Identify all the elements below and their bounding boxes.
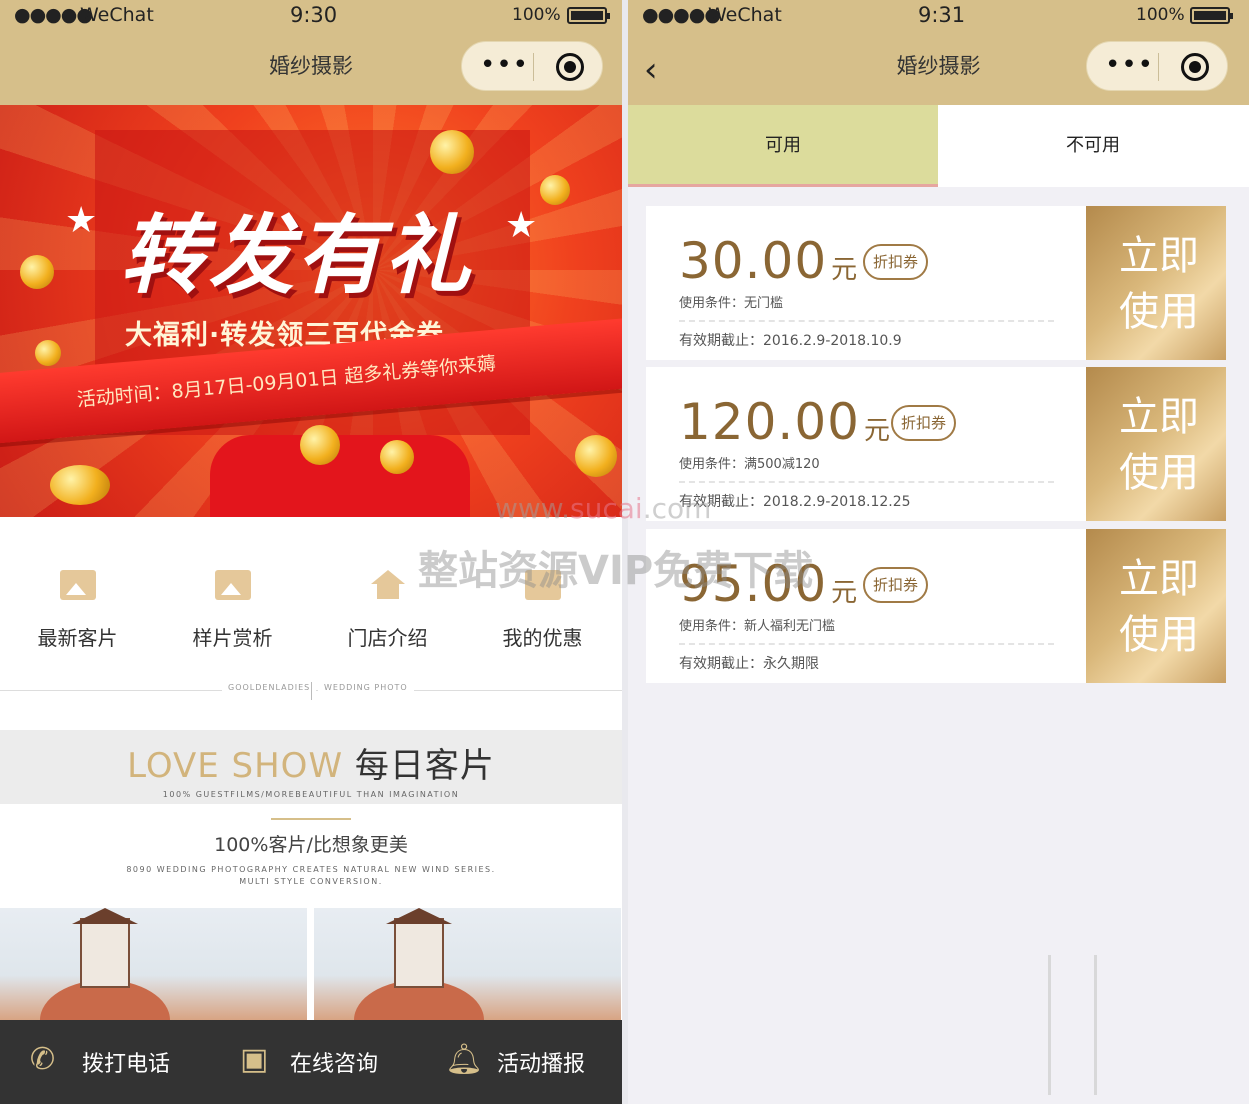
- coupon-amount: 120.00 元: [679, 393, 891, 451]
- coupon-dash-divider: [679, 481, 1054, 483]
- use-now-button[interactable]: 立即使用: [1081, 206, 1226, 360]
- menu-label: 最新客片: [37, 626, 118, 650]
- banner-title: 转发有礼: [120, 206, 472, 306]
- use-now-label: 立即使用: [1119, 233, 1199, 335]
- client-photo[interactable]: [314, 908, 621, 1020]
- red-envelope: [210, 435, 470, 517]
- client-photo[interactable]: [0, 908, 307, 1020]
- status-bar: ●●●●● WeChat 9:30 100%: [0, 0, 622, 30]
- bottom-tab-bar: ✆ 拨打电话 ▣ 在线咨询 🔔︎ 活动播报: [0, 1020, 622, 1104]
- capsule-divider: [1158, 53, 1159, 81]
- coupon-validity: 有效期截止：2016.2.9-2018.10.9: [679, 333, 902, 349]
- coupon-tabs: 可用 不可用: [628, 105, 1249, 187]
- tagline: 100%客片/比想象更美: [214, 834, 408, 856]
- coupon-type-badge: 折扣券: [891, 405, 957, 441]
- coupon-dash-divider: [679, 320, 1054, 322]
- battery-icon: [567, 7, 610, 24]
- battery-icon: [1190, 7, 1233, 24]
- divider-left-text: GOOLDENLADIES: [222, 683, 317, 692]
- photo-icon: [214, 570, 251, 600]
- capsule-divider: [533, 53, 534, 81]
- coupon-type-badge: 折扣券: [863, 244, 929, 280]
- coupon-dash-divider: [679, 643, 1054, 645]
- use-now-label: 立即使用: [1119, 556, 1199, 658]
- menu-label: 我的优惠: [502, 626, 583, 650]
- battery-percent: 100%: [1136, 5, 1185, 25]
- more-icon[interactable]: •••: [1105, 50, 1154, 80]
- coin-icon: [300, 425, 340, 465]
- coin-icon: [540, 175, 570, 205]
- menu-label: 样片赏析: [192, 626, 273, 650]
- coupon-condition: 使用条件：满500减120: [679, 457, 820, 472]
- love-show-title-en: LOVE SHOW: [127, 746, 344, 786]
- coupon-card: 30.00 元 折扣券 使用条件：无门槛 有效期截止：2016.2.9-2018.…: [646, 206, 1226, 360]
- coupon-validity: 有效期截止：永久期限: [679, 656, 819, 672]
- menu-item-samples[interactable]: 样片赏析: [155, 560, 310, 651]
- image-icon: [59, 570, 96, 600]
- divider-bar: [311, 682, 312, 700]
- nav-bar: 婚纱摄影 •••: [0, 30, 622, 105]
- star-icon: ★: [65, 200, 98, 241]
- call-button[interactable]: 拨打电话: [82, 1046, 170, 1078]
- coin-icon: [430, 130, 474, 174]
- menu-item-latest-photos[interactable]: 最新客片: [0, 560, 155, 651]
- mini-program-capsule: •••: [1086, 41, 1228, 91]
- tagline-sub-line: 8090 WEDDING PHOTOGRAPHY CREATES NATURAL…: [126, 865, 496, 874]
- coupon-card: 120.00 元 折扣券 使用条件：满500减120 有效期截止：2018.2.9…: [646, 367, 1226, 521]
- chat-image-icon: ▣: [240, 1042, 269, 1077]
- coin-icon: [380, 440, 414, 474]
- phone-icon: ✆: [30, 1042, 56, 1077]
- house-icon: [370, 570, 406, 600]
- more-icon[interactable]: •••: [480, 50, 529, 80]
- events-button[interactable]: 活动播报: [497, 1046, 585, 1078]
- watermark-text: 整站资源VIP免费下载: [418, 548, 814, 594]
- love-show-subtitle: 100% GUESTFILMS/MOREBEAUTIFUL THAN IMAGI…: [162, 790, 460, 799]
- carrier-label: WeChat: [80, 4, 154, 26]
- tagline-sub-line: MULTI STYLE CONVERSION.: [239, 877, 383, 886]
- coupon-type-badge: 折扣券: [863, 567, 929, 603]
- mini-program-capsule: •••: [461, 41, 603, 91]
- watermark-site: www.sucai.com: [495, 492, 712, 525]
- status-bar: ●●●●● WeChat 9:31 100%: [628, 0, 1249, 30]
- menu-label: 门店介绍: [347, 626, 428, 650]
- use-now-button[interactable]: 立即使用: [1081, 367, 1226, 521]
- love-show-title-cn: 每日客片: [354, 746, 495, 786]
- close-target-icon[interactable]: [1181, 53, 1209, 81]
- carrier-label: WeChat: [708, 4, 782, 26]
- coin-icon: [50, 465, 110, 505]
- coin-icon: [20, 255, 54, 289]
- use-now-button[interactable]: 立即使用: [1081, 529, 1226, 683]
- gold-divider: [271, 818, 351, 820]
- close-target-icon[interactable]: [556, 53, 584, 81]
- bell-icon: 🔔︎: [445, 1042, 484, 1077]
- tab-unavailable[interactable]: 不可用: [938, 105, 1248, 187]
- coupon-amount: 30.00 元: [679, 232, 859, 290]
- status-time: 9:30: [290, 3, 338, 27]
- status-time: 9:31: [918, 3, 966, 27]
- star-icon: ★: [505, 205, 538, 246]
- battery-percent: 100%: [512, 5, 561, 25]
- coupon-validity: 有效期截止：2018.2.9-2018.12.25: [679, 494, 911, 510]
- use-now-label: 立即使用: [1119, 394, 1199, 496]
- promo-banner[interactable]: ★ ★ 转发有礼 大福利·转发领三百代金券 活动时间：8月17日-09月01日 …: [0, 105, 622, 517]
- nav-bar: ‹ 婚纱摄影 •••: [628, 30, 1249, 105]
- coupon-condition: 使用条件：新人福利无门槛: [679, 619, 836, 634]
- coin-icon: [575, 435, 617, 477]
- divider-right-text: WEDDING PHOTO: [318, 683, 414, 692]
- love-show-header: LOVE SHOW 每日客片 100% GUESTFILMS/MOREBEAUT…: [0, 730, 622, 804]
- tagline-sub: 8090 WEDDING PHOTOGRAPHY CREATES NATURAL…: [0, 864, 622, 888]
- tab-available[interactable]: 可用: [628, 105, 938, 187]
- coupon-condition: 使用条件：无门槛: [679, 296, 784, 311]
- consult-button[interactable]: 在线咨询: [290, 1046, 378, 1078]
- coin-icon: [35, 340, 61, 366]
